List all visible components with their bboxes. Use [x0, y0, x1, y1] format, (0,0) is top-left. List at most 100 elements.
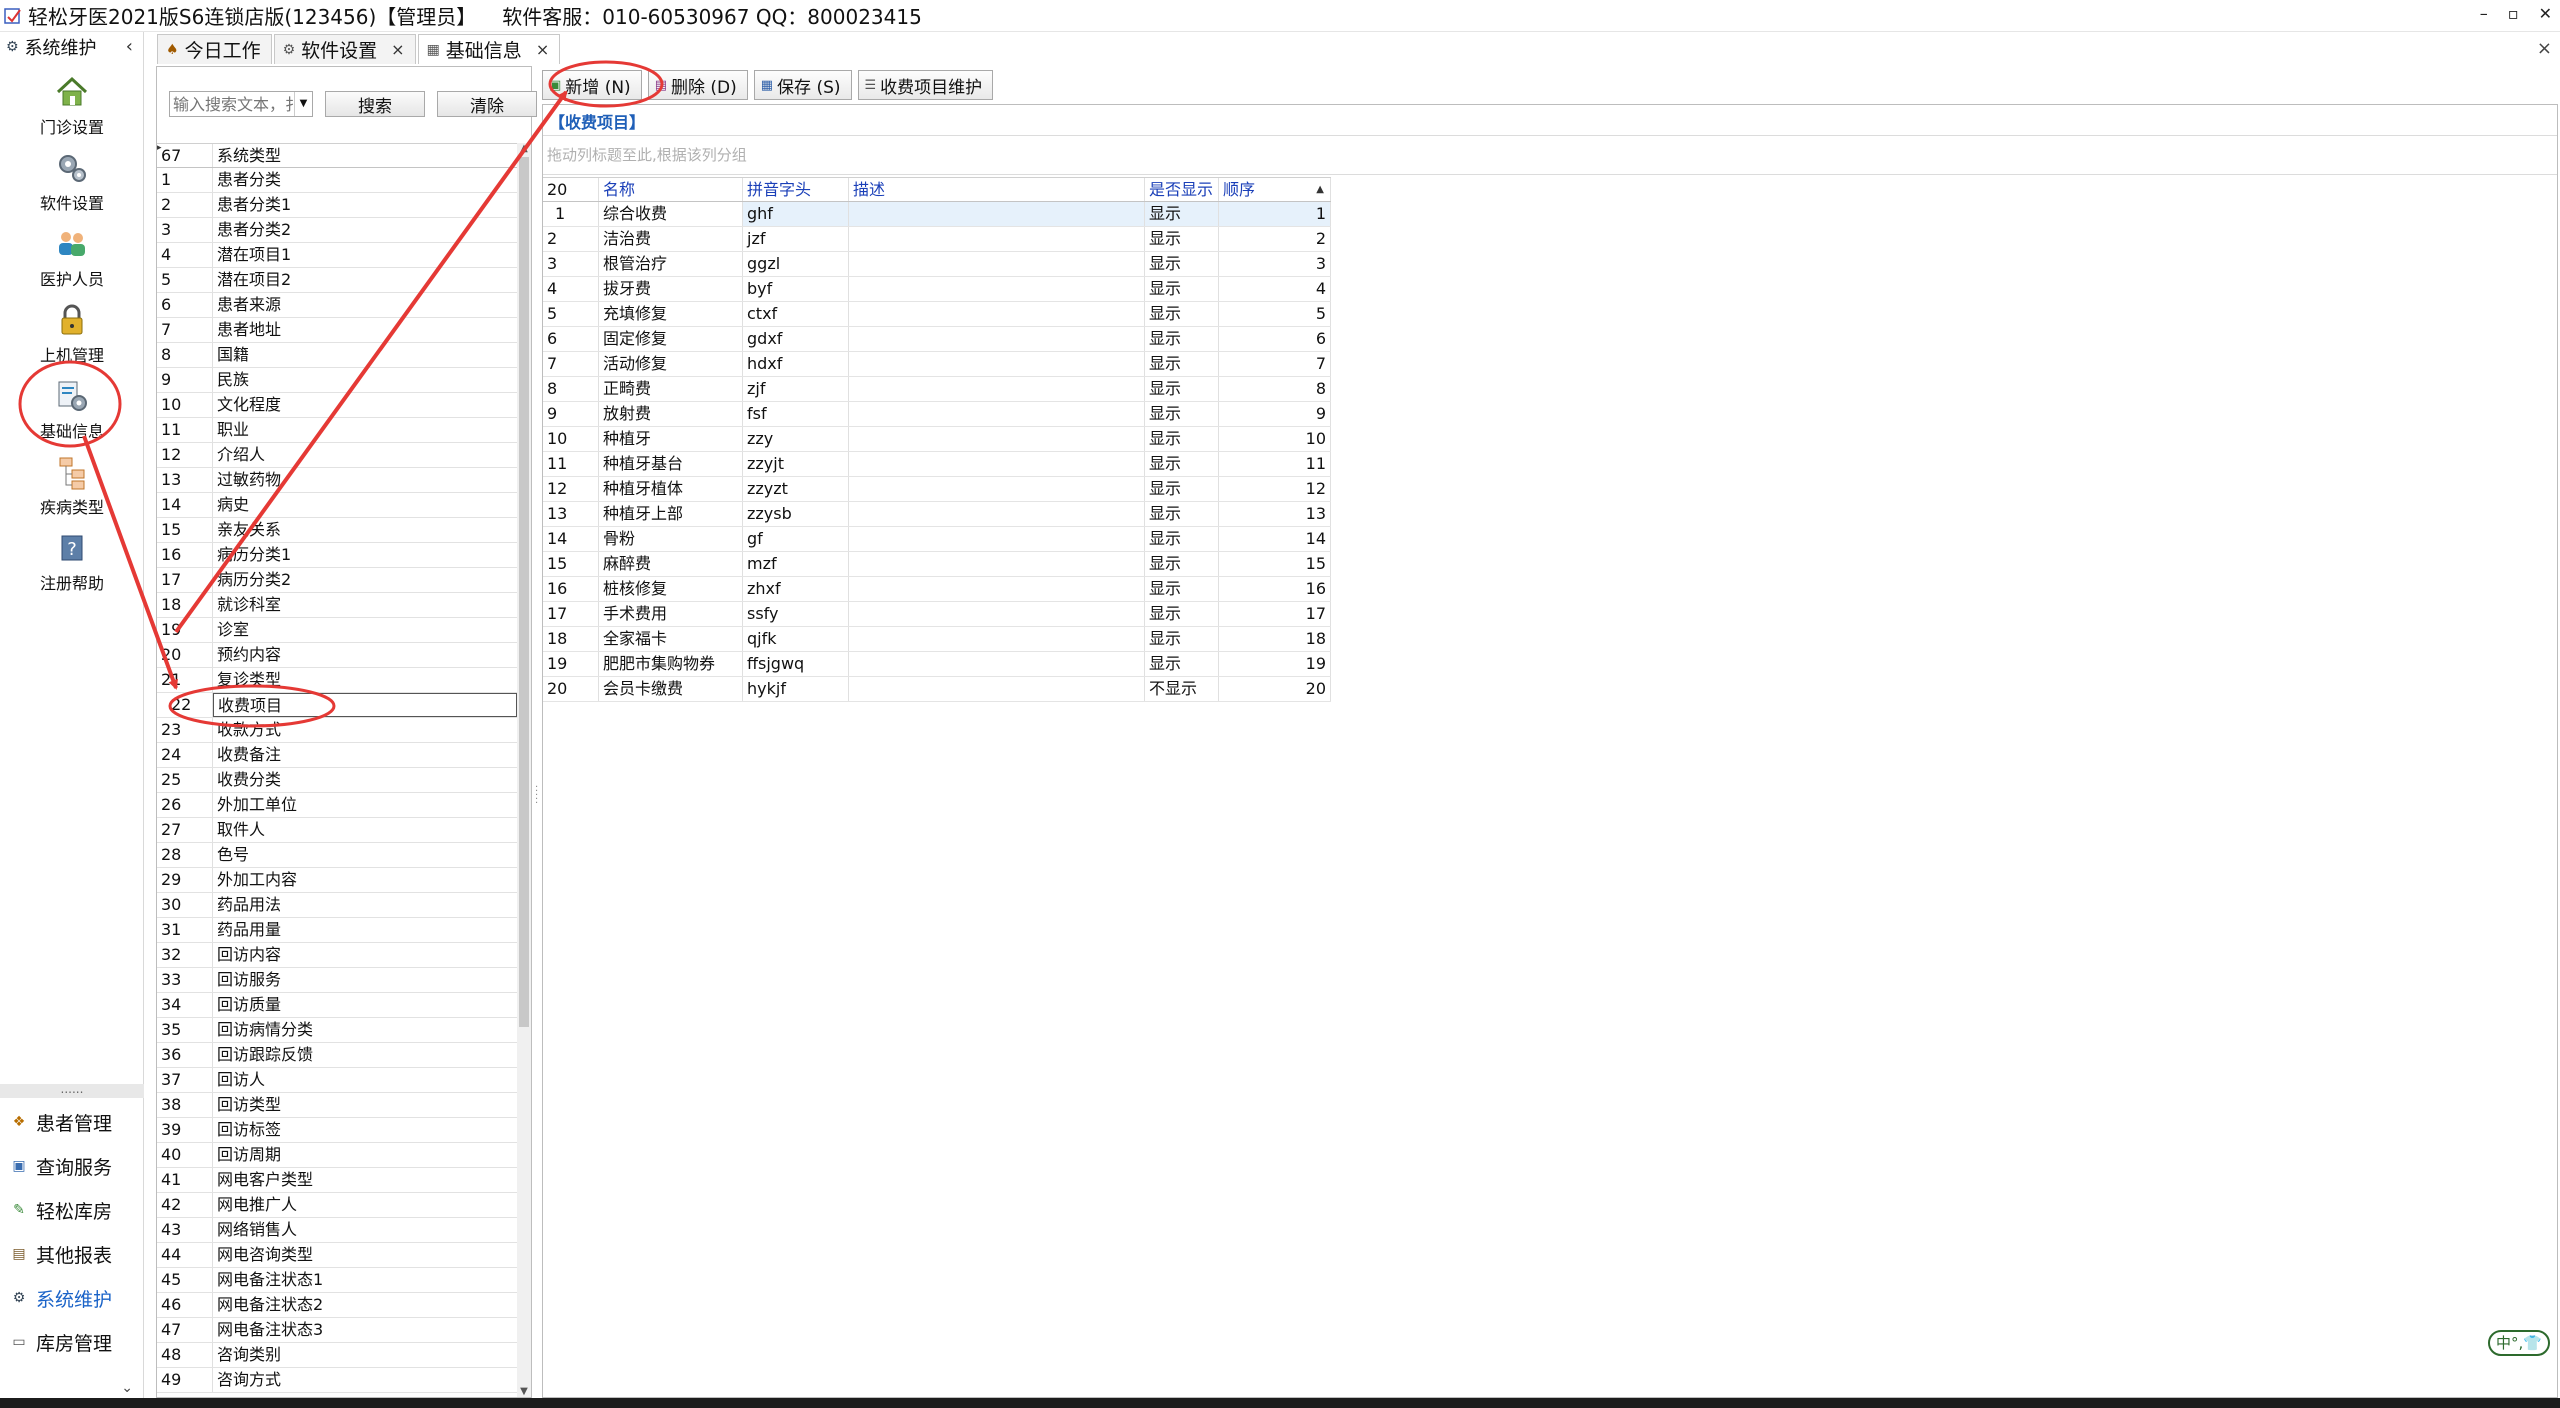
table-row[interactable]: 7 患者地址 — [157, 318, 517, 343]
table-row[interactable]: 1 患者分类 — [157, 168, 517, 193]
sidebar-splitter[interactable]: ...... — [0, 1083, 144, 1098]
table-row[interactable]: 6 固定修复 gdxf 显示 6 — [543, 327, 1331, 352]
nav-other-reports[interactable]: ▤ 其他报表 — [0, 1234, 144, 1274]
sidebar-item-software-settings[interactable]: 软件设置 — [0, 150, 144, 214]
table-row[interactable]: 33 回访服务 — [157, 968, 517, 993]
close-icon[interactable]: × — [391, 40, 404, 59]
table-row[interactable]: 30 药品用法 — [157, 893, 517, 918]
restore-button[interactable]: ▫ — [2508, 4, 2519, 23]
table-row[interactable]: 20 预约内容 — [157, 643, 517, 668]
table-row[interactable]: 49 咨询方式 — [157, 1368, 517, 1393]
table-row[interactable]: 17 手术费用 ssfy 显示 17 — [543, 602, 1331, 627]
table-row[interactable]: 46 网电备注状态2 — [157, 1293, 517, 1318]
table-row[interactable]: 26 外加工单位 — [157, 793, 517, 818]
close-window-button[interactable]: ✕ — [2539, 4, 2552, 23]
table-row[interactable]: 6 患者来源 — [157, 293, 517, 318]
table-row[interactable]: 11 职业 — [157, 418, 517, 443]
table-row[interactable]: 2 洁治费 jzf 显示 2 — [543, 227, 1331, 252]
table-row[interactable]: 34 回访质量 — [157, 993, 517, 1018]
nav-query-service[interactable]: ▣ 查询服务 — [0, 1146, 144, 1186]
table-row[interactable]: 29 外加工内容 — [157, 868, 517, 893]
table-row[interactable]: 14 骨粉 gf 显示 14 — [543, 527, 1331, 552]
column-header-order[interactable]: 顺序 ▲ — [1219, 178, 1331, 201]
table-row[interactable]: 38 回访类型 — [157, 1093, 517, 1118]
table-row[interactable]: 9 民族 — [157, 368, 517, 393]
table-row[interactable]: 4 潜在项目1 — [157, 243, 517, 268]
fee-item-maintenance-button[interactable]: ☰ 收费项目维护 — [857, 70, 994, 100]
column-header-name[interactable]: 名称 — [599, 178, 743, 201]
sidebar-item-disease-types[interactable]: 疾病类型 — [0, 454, 144, 518]
sidebar-item-basic-info[interactable]: 基础信息 — [0, 378, 144, 442]
sidebar-item-login-management[interactable]: 上机管理 — [0, 302, 144, 366]
table-row[interactable]: 4 拔牙费 byf 显示 4 — [543, 277, 1331, 302]
table-row[interactable]: 8 国籍 — [157, 343, 517, 368]
table-row[interactable]: 10 文化程度 — [157, 393, 517, 418]
table-row[interactable]: 24 收费备注 — [157, 743, 517, 768]
sidebar-item-medical-staff[interactable]: 医护人员 — [0, 226, 144, 290]
chevron-down-icon[interactable]: ▼ — [294, 92, 312, 116]
table-row[interactable]: 12 种植牙植体 zzyzt 显示 12 — [543, 477, 1331, 502]
clear-button[interactable]: 清除 — [437, 91, 537, 117]
table-row[interactable]: 21 复诊类型 — [157, 668, 517, 693]
panel-splitter[interactable]: · · · · · — [534, 66, 540, 1398]
table-row[interactable]: 13 种植牙上部 zzysb 显示 13 — [543, 502, 1331, 527]
table-row[interactable]: 18 就诊科室 — [157, 593, 517, 618]
nav-system-maintenance[interactable]: ⚙ 系统维护 — [0, 1278, 144, 1318]
table-row[interactable]: 19 肥肥市集购物券 ffsjgwq 显示 19 — [543, 652, 1331, 677]
table-row[interactable]: 43 网络销售人 — [157, 1218, 517, 1243]
search-input[interactable] — [170, 92, 294, 116]
table-row[interactable]: 3 根管治疗 ggzl 显示 3 — [543, 252, 1331, 277]
table-row[interactable]: 20 会员卡缴费 hykjf 不显示 20 — [543, 677, 1331, 702]
table-row[interactable]: 19 诊室 — [157, 618, 517, 643]
table-row[interactable]: 15 麻醉费 mzf 显示 15 — [543, 552, 1331, 577]
table-row[interactable]: 39 回访标签 — [157, 1118, 517, 1143]
search-button[interactable]: 搜索 — [325, 91, 425, 117]
table-row[interactable]: 36 回访跟踪反馈 — [157, 1043, 517, 1068]
table-row[interactable]: 15 亲友关系 — [157, 518, 517, 543]
nav-warehouse-management[interactable]: ▭ 库房管理 — [0, 1322, 144, 1362]
column-header-pinyin[interactable]: 拼音字头 — [743, 178, 849, 201]
ime-indicator[interactable]: 中°,👕 — [2488, 1330, 2550, 1356]
table-row[interactable]: 14 病史 — [157, 493, 517, 518]
table-row[interactable]: 1 综合收费 ghf 显示 1 — [543, 202, 1331, 227]
table-row[interactable]: 2 患者分类1 — [157, 193, 517, 218]
table-row[interactable]: 11 种植牙基台 zzyjt 显示 11 — [543, 452, 1331, 477]
table-row[interactable]: 16 病历分类1 — [157, 543, 517, 568]
chevron-down-icon[interactable]: ⌄ — [121, 1380, 133, 1396]
table-row[interactable]: 31 药品用量 — [157, 918, 517, 943]
nav-easy-warehouse[interactable]: ✎ 轻松库房 — [0, 1190, 144, 1230]
table-row[interactable]: 35 回访病情分类 — [157, 1018, 517, 1043]
table-row[interactable]: 12 介绍人 — [157, 443, 517, 468]
scrollbar-thumb[interactable] — [519, 157, 529, 1027]
tab-basic-info[interactable]: ▦ 基础信息 × — [417, 34, 561, 64]
column-header-description[interactable]: 描述 — [849, 178, 1145, 201]
table-row[interactable]: 7 活动修复 hdxf 显示 7 — [543, 352, 1331, 377]
table-row[interactable]: 45 网电备注状态1 — [157, 1268, 517, 1293]
table-row[interactable]: 9 放射费 fsf 显示 9 — [543, 402, 1331, 427]
table-row[interactable]: 40 回访周期 — [157, 1143, 517, 1168]
save-button[interactable]: ▦ 保存 (S) — [753, 70, 852, 100]
add-button[interactable]: ▣ 新增 (N) — [542, 70, 642, 100]
table-row[interactable]: 28 色号 — [157, 843, 517, 868]
table-row[interactable]: 3 患者分类2 — [157, 218, 517, 243]
tab-today-work[interactable]: ♠ 今日工作 — [157, 34, 272, 64]
table-row[interactable]: 16 桩核修复 zhxf 显示 16 — [543, 577, 1331, 602]
scroll-up-icon[interactable]: ▲ — [517, 143, 531, 154]
table-row[interactable]: 47 网电备注状态3 — [157, 1318, 517, 1343]
table-row[interactable]: 25 收费分类 — [157, 768, 517, 793]
delete-button[interactable]: ▤ 删除 (D) — [647, 70, 748, 100]
vertical-scrollbar[interactable]: ▲ ▼ — [517, 143, 531, 1397]
table-row[interactable]: 41 网电客户类型 — [157, 1168, 517, 1193]
minimize-button[interactable]: – — [2480, 4, 2488, 23]
sidebar-item-clinic-settings[interactable]: 门诊设置 — [0, 74, 144, 138]
table-row[interactable]: 13 过敏药物 — [157, 468, 517, 493]
table-row[interactable]: ▸ 22 收费项目 — [157, 143, 517, 718]
tab-software-settings[interactable]: ⚙ 软件设置 × — [273, 34, 416, 64]
search-box[interactable]: ▼ — [169, 91, 313, 117]
table-row[interactable]: 5 充填修复 ctxf 显示 5 — [543, 302, 1331, 327]
sidebar-item-registration-help[interactable]: ? 注册帮助 — [0, 530, 144, 594]
table-row[interactable]: 23 收款方式 — [157, 718, 517, 743]
table-row[interactable]: 8 正畸费 zjf 显示 8 — [543, 377, 1331, 402]
table-row[interactable]: 17 病历分类2 — [157, 568, 517, 593]
sidebar-collapse-button[interactable]: ‹ — [126, 36, 133, 57]
